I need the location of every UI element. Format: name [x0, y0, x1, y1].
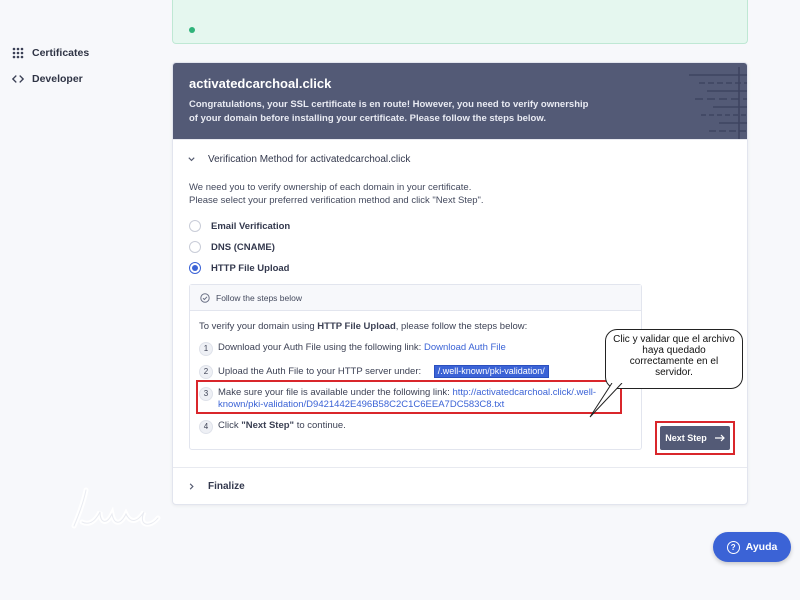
- step-text-body: Upload the Auth File to your HTTP server…: [218, 366, 422, 377]
- method-email-option[interactable]: Email Verification: [189, 220, 290, 232]
- steps-intro-method: HTTP File Upload: [317, 321, 396, 332]
- method-label: Email Verification: [211, 220, 291, 232]
- step-text-body: Download your Auth File using the follow…: [218, 342, 422, 353]
- sidebar-item-developer[interactable]: Developer: [12, 73, 83, 85]
- step-1: 1 Download your Auth File using the foll…: [199, 342, 506, 356]
- success-banner: [172, 0, 748, 44]
- steps-intro-text: , please follow the steps below:: [395, 321, 528, 332]
- help-button[interactable]: ? Ayuda: [713, 532, 791, 562]
- step-number: 3: [199, 387, 213, 401]
- section-title: Verification Method for activatedcarchoa…: [208, 154, 411, 165]
- steps-intro-text: To verify your domain using: [199, 321, 318, 332]
- radio-button[interactable]: [189, 220, 201, 232]
- validation-url-link[interactable]: http://activatedcarchoal.click/.well-: [452, 387, 596, 398]
- check-circle-icon: [200, 292, 210, 303]
- step-2: 2 Upload the Auth File to your HTTP serv…: [199, 365, 549, 379]
- validation-url-link-cont[interactable]: known/pki-validation/D9421442E496B58C2C1…: [218, 399, 504, 410]
- download-auth-file-link[interactable]: Download Auth File: [424, 342, 506, 353]
- step-text: Download your Auth File using the follow…: [218, 342, 506, 354]
- step-4: 4 Click "Next Step" to continue.: [199, 420, 346, 434]
- annotation-next-highlight: Next Step: [655, 421, 735, 455]
- help-label: Ayuda: [745, 541, 778, 553]
- step-text: Make sure your file is available under t…: [218, 387, 596, 411]
- card-header: activatedcarchoal.click Congratulations,…: [173, 63, 747, 139]
- step-text-bold: "Next Step": [241, 420, 295, 431]
- steps-intro: To verify your domain using HTTP File Up…: [199, 321, 527, 332]
- step-text-body: Click: [218, 420, 242, 431]
- grid-dots-icon: [12, 47, 24, 59]
- domain-title: activatedcarchoal.click: [189, 76, 332, 91]
- verification-description: We need you to verify ownership of each …: [189, 181, 609, 207]
- method-http-option[interactable]: HTTP File Upload: [189, 262, 289, 274]
- steps-panel: Follow the steps below To verify your do…: [189, 284, 642, 450]
- header-decoration: [689, 67, 747, 139]
- step-text: Upload the Auth File to your HTTP server…: [218, 365, 549, 378]
- step-3: 3 Make sure your file is available under…: [199, 387, 596, 411]
- upload-path-value[interactable]: /.well-known/pki-validation/: [433, 365, 549, 378]
- arrow-right-icon: [714, 434, 725, 442]
- description-line: We need you to verify ownership of each …: [189, 182, 472, 193]
- success-dot-icon: [189, 27, 195, 33]
- question-circle-icon: ?: [726, 540, 740, 554]
- chevron-down-icon: [188, 157, 195, 162]
- next-step-button[interactable]: Next Step: [660, 426, 730, 450]
- step-text: Click "Next Step" to continue.: [218, 420, 346, 432]
- step-text-body: Make sure your file is available under t…: [218, 387, 450, 398]
- code-brackets-icon: [12, 73, 24, 85]
- divider: [173, 467, 747, 468]
- finalize-label: Finalize: [208, 481, 245, 492]
- steps-header: Follow the steps below: [190, 285, 641, 311]
- verification-section-toggle[interactable]: Verification Method for activatedcarchoa…: [187, 154, 410, 165]
- sidebar-item-label: Certificates: [32, 47, 90, 59]
- steps-header-label: Follow the steps below: [216, 292, 302, 303]
- sidebar: Certificates Developer: [0, 0, 165, 600]
- finalize-section-toggle[interactable]: Finalize: [187, 481, 245, 492]
- step-number: 1: [199, 342, 213, 356]
- divider: [173, 139, 747, 140]
- next-step-label: Next Step: [665, 433, 707, 443]
- chevron-right-icon: [189, 483, 194, 490]
- sidebar-item-certificates[interactable]: Certificates: [12, 47, 89, 59]
- intro-message: Congratulations, your SSL certificate is…: [189, 99, 589, 124]
- callout-pointer: [589, 383, 623, 418]
- radio-button-selected[interactable]: [189, 262, 201, 274]
- certificate-card: activatedcarchoal.click Congratulations,…: [172, 62, 748, 505]
- annotation-callout: Clic y validar que el archivo haya queda…: [605, 329, 743, 389]
- watermark-logo: [71, 487, 161, 529]
- method-label: HTTP File Upload: [211, 262, 290, 274]
- method-label: DNS (CNAME): [211, 241, 275, 253]
- step-number: 4: [199, 420, 213, 434]
- method-dns-option[interactable]: DNS (CNAME): [189, 241, 275, 253]
- step-text-body: to continue.: [294, 420, 346, 431]
- sidebar-item-label: Developer: [32, 73, 83, 85]
- description-line: Please select your preferred verificatio…: [189, 195, 484, 206]
- step-number: 2: [199, 365, 213, 379]
- radio-button[interactable]: [189, 241, 201, 253]
